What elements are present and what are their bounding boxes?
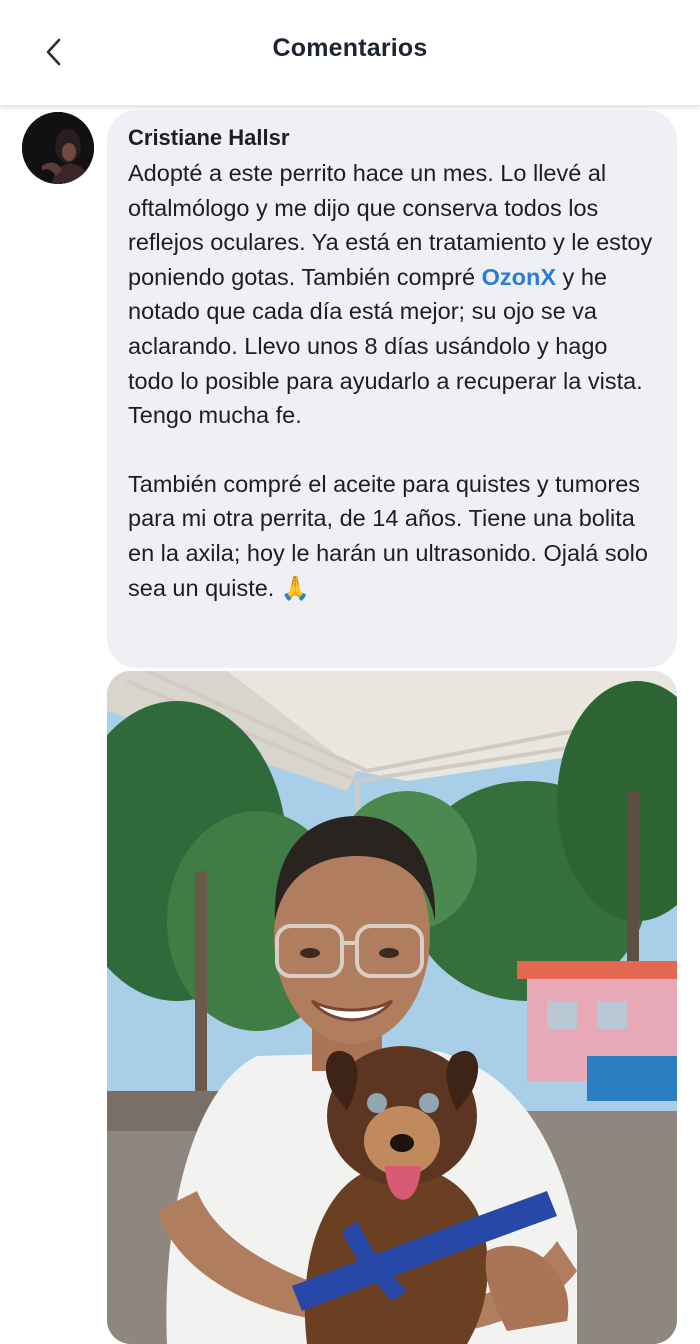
comment-author[interactable]: Cristiane Hallsr (128, 124, 657, 152)
product-link[interactable]: OzonX (482, 264, 556, 290)
pray-emoji: 🙏 (280, 574, 311, 601)
paragraph-2-text: También compré el aceite para quistes y … (128, 470, 648, 601)
comment-paragraph-1: Adopté a este perrito hace un mes. Lo ll… (128, 156, 657, 433)
avatar[interactable] (22, 112, 94, 184)
page-title: Comentarios (272, 34, 428, 62)
comment-text: Adopté a este perrito hace un mes. Lo ll… (128, 156, 657, 605)
comment-photo[interactable] (107, 671, 677, 1344)
comment-bubble: Cristiane Hallsr Adopté a este perrito h… (107, 110, 677, 668)
comment-paragraph-2: También compré el aceite para quistes y … (128, 467, 657, 605)
top-bar: Comentarios (0, 0, 700, 106)
